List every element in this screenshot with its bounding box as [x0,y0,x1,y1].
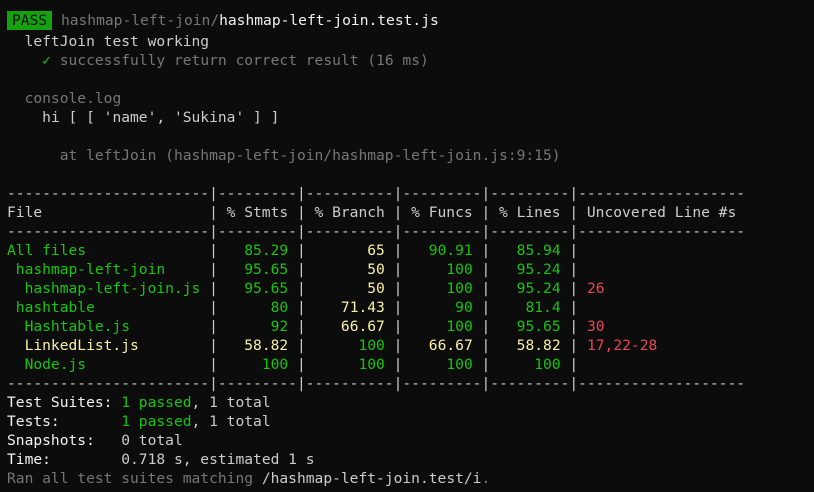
summary-snapshots: Snapshots: 0 total [7,431,183,450]
coverage-uncovered: 26 [578,280,605,297]
coverage-branch: 66.67 [305,318,394,335]
coverage-lines: 100 [490,356,570,373]
coverage-stmts: 92 [217,318,297,335]
coverage-lines: 85.94 [490,242,570,259]
coverage-file: hashtable [7,299,210,316]
test-path-dir: hashmap-left-join/ [60,12,220,29]
ran-prefix: Ran all test suites matching [7,470,262,487]
coverage-lines: 95.24 [490,261,570,278]
coverage-stmts: 95.65 [217,280,297,297]
coverage-lines: 95.65 [490,318,570,335]
coverage-branch: 50 [305,280,394,297]
describe-line: leftJoin test working [7,32,210,51]
coverage-separator-bottom: -----------------------|---------|------… [7,375,746,392]
test-file-header: PASS hashmap-left-join/hashmap-left-join… [7,11,439,30]
coverage-file: hashmap-left-join [7,261,210,278]
summary-tests: Tests: 1 passed, 1 total [7,412,271,431]
coverage-row: Node.js | 100 | 100 | 100 | 100 | [7,355,587,374]
check-icon: ✓ [42,52,51,69]
time-label: Time: [7,451,51,468]
coverage-lines: 95.24 [490,280,570,297]
coverage-row: hashmap-left-join.js | 95.65 | 50 | 100 … [7,280,605,297]
coverage-funcs: 90.91 [402,242,482,259]
terminal-window: { "header": { "badge": "PASS", "path_dir… [0,0,814,492]
coverage-funcs: 90 [402,299,482,316]
time-value: 0.718 s, estimated 1 s [121,451,315,468]
summary-time: Time: 0.718 s, estimated 1 s [7,450,315,469]
coverage-file: LinkedList.js [7,337,210,354]
coverage-funcs: 66.67 [402,337,482,354]
coverage-row: All files | 85.29 | 65 | 90.91 | 85.94 | [7,241,587,260]
coverage-branch: 100 [305,337,394,354]
coverage-stmts: 95.65 [217,261,297,278]
coverage-lines: 81.4 [490,299,570,316]
coverage-branch: 71.43 [305,299,394,316]
coverage-separator-mid: -----------------------|---------|------… [7,223,746,240]
snapshots-value: 0 total [121,432,183,449]
coverage-separator-top: -----------------------|---------|------… [7,185,746,202]
tests-passed: 1 passed [121,413,192,430]
coverage-header: File | % Stmts | % Branch | % Funcs | % … [7,204,746,221]
coverage-file: All files [7,242,210,259]
coverage-branch: 65 [305,242,394,259]
test-result-line: ✓ successfully return correct result (16… [7,51,429,70]
ran-pattern: /hashmap-left-join.test/i [261,470,482,487]
test-path-file: hashmap-left-join.test.js [219,12,439,29]
coverage-file: Hashtable.js [7,318,210,335]
coverage-funcs: 100 [402,261,482,278]
coverage-funcs: 100 [402,318,482,335]
describe-label: leftJoin test working [24,33,210,50]
coverage-lines: 58.82 [490,337,570,354]
console-location-text: at leftJoin (hashmap-left-join/hashmap-l… [59,147,561,164]
coverage-file: Node.js [7,356,210,373]
coverage-row: hashtable | 80 | 71.43 | 90 | 81.4 | [7,298,587,317]
coverage-uncovered [578,242,587,259]
coverage-uncovered [578,299,587,316]
coverage-uncovered: 17,22-28 [578,337,658,354]
coverage-funcs: 100 [402,356,482,373]
console-log-text: console.log [24,90,122,107]
coverage-uncovered: 30 [578,318,605,335]
test-name: successfully return correct result (16 m… [59,52,429,69]
snapshots-label: Snapshots: [7,432,95,449]
suites-label: Test Suites: [7,394,113,411]
coverage-row: Hashtable.js | 92 | 66.67 | 100 | 95.65 … [7,318,605,335]
coverage-branch: 100 [305,356,394,373]
summary-ran: Ran all test suites matching /hashmap-le… [7,469,490,488]
coverage-row: LinkedList.js | 58.82 | 100 | 66.67 | 58… [7,337,658,354]
tests-total: , 1 total [191,413,271,430]
coverage-stmts: 85.29 [217,242,297,259]
suites-passed: 1 passed [121,394,192,411]
coverage-branch: 50 [305,261,394,278]
console-log-label: console.log [7,89,122,108]
coverage-file: hashmap-left-join.js [7,280,210,297]
summary-suites: Test Suites: 1 passed, 1 total [7,393,271,412]
coverage-stmts: 80 [217,299,297,316]
coverage-uncovered [578,356,587,373]
coverage-funcs: 100 [402,280,482,297]
coverage-stmts: 100 [217,356,297,373]
console-output: hi [ [ 'name', 'Sukina' ] ] [7,108,279,127]
suites-total: , 1 total [191,394,271,411]
console-output-text: hi [ [ 'name', 'Sukina' ] ] [42,109,280,126]
pass-badge: PASS [7,11,53,30]
coverage-uncovered [578,261,587,278]
coverage-row: hashmap-left-join | 95.65 | 50 | 100 | 9… [7,260,587,279]
ran-suffix: . [481,470,491,487]
console-location: at leftJoin (hashmap-left-join/hashmap-l… [7,146,561,165]
coverage-stmts: 58.82 [217,337,297,354]
tests-label: Tests: [7,413,60,430]
